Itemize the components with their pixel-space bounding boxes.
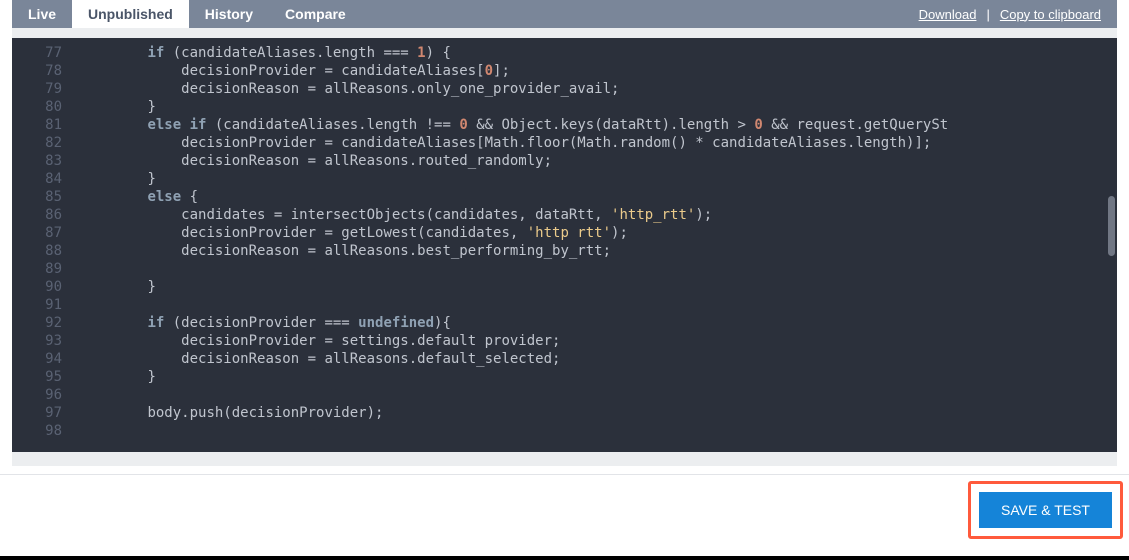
line-number: 80 — [12, 98, 62, 116]
line-number: 90 — [12, 278, 62, 296]
tab-unpublished[interactable]: Unpublished — [72, 0, 189, 28]
code-line: body.push(decisionProvider); — [80, 404, 1117, 422]
code-line — [80, 296, 1117, 314]
copy-to-clipboard-link[interactable]: Copy to clipboard — [996, 7, 1105, 22]
tab-compare[interactable]: Compare — [269, 0, 362, 28]
line-number: 84 — [12, 170, 62, 188]
line-number: 86 — [12, 206, 62, 224]
line-number: 89 — [12, 260, 62, 278]
line-number: 78 — [12, 62, 62, 80]
line-number: 85 — [12, 188, 62, 206]
code-line: else if (candidateAliases.length !== 0 &… — [80, 116, 1117, 134]
footer: SAVE & TEST — [0, 474, 1129, 544]
save-test-highlight: SAVE & TEST — [968, 481, 1123, 539]
line-number: 83 — [12, 152, 62, 170]
tab-history[interactable]: History — [189, 0, 269, 28]
code-text-area[interactable]: if (candidateAliases.length === 1) { dec… — [80, 44, 1117, 422]
line-number: 94 — [12, 350, 62, 368]
line-number: 93 — [12, 332, 62, 350]
line-number: 87 — [12, 224, 62, 242]
line-number: 79 — [12, 80, 62, 98]
code-editor[interactable]: 7778798081828384858687888990919293949596… — [12, 38, 1117, 452]
line-number: 77 — [12, 44, 62, 62]
editor-bottom-strip — [12, 452, 1117, 462]
line-number: 81 — [12, 116, 62, 134]
page-bottom-bar — [0, 556, 1129, 560]
line-number: 96 — [12, 386, 62, 404]
tab-bar: Live Unpublished History Compare Downloa… — [12, 0, 1117, 28]
code-line: else { — [80, 188, 1117, 206]
code-line — [80, 260, 1117, 278]
code-line: if (decisionProvider === undefined){ — [80, 314, 1117, 332]
code-line: } — [80, 368, 1117, 386]
tab-live[interactable]: Live — [12, 0, 72, 28]
line-number: 95 — [12, 368, 62, 386]
code-line: decisionProvider = candidateAliases[0]; — [80, 62, 1117, 80]
code-line: decisionProvider = settings.default prov… — [80, 332, 1117, 350]
code-line: decisionProvider = getLowest(candidates,… — [80, 224, 1117, 242]
vertical-scrollbar-thumb[interactable] — [1108, 196, 1115, 256]
line-number: 91 — [12, 296, 62, 314]
line-number: 97 — [12, 404, 62, 422]
line-number: 88 — [12, 242, 62, 260]
line-number: 98 — [12, 422, 62, 440]
code-line: decisionReason = allReasons.routed_rando… — [80, 152, 1117, 170]
save-and-test-button[interactable]: SAVE & TEST — [979, 492, 1112, 528]
code-line: if (candidateAliases.length === 1) { — [80, 44, 1117, 62]
code-line: decisionReason = allReasons.default_sele… — [80, 350, 1117, 368]
line-number-gutter: 7778798081828384858687888990919293949596… — [12, 38, 72, 446]
code-line — [80, 386, 1117, 404]
line-number: 82 — [12, 134, 62, 152]
code-line: candidates = intersectObjects(candidates… — [80, 206, 1117, 224]
toolbar-separator: | — [980, 7, 995, 22]
editor-container: 7778798081828384858687888990919293949596… — [12, 28, 1117, 466]
code-line: } — [80, 98, 1117, 116]
code-line: } — [80, 278, 1117, 296]
code-line: decisionReason = allReasons.best_perform… — [80, 242, 1117, 260]
code-line: decisionReason = allReasons.only_one_pro… — [80, 80, 1117, 98]
download-link[interactable]: Download — [915, 7, 981, 22]
line-number: 92 — [12, 314, 62, 332]
code-line: } — [80, 170, 1117, 188]
code-line: decisionProvider = candidateAliases[Math… — [80, 134, 1117, 152]
